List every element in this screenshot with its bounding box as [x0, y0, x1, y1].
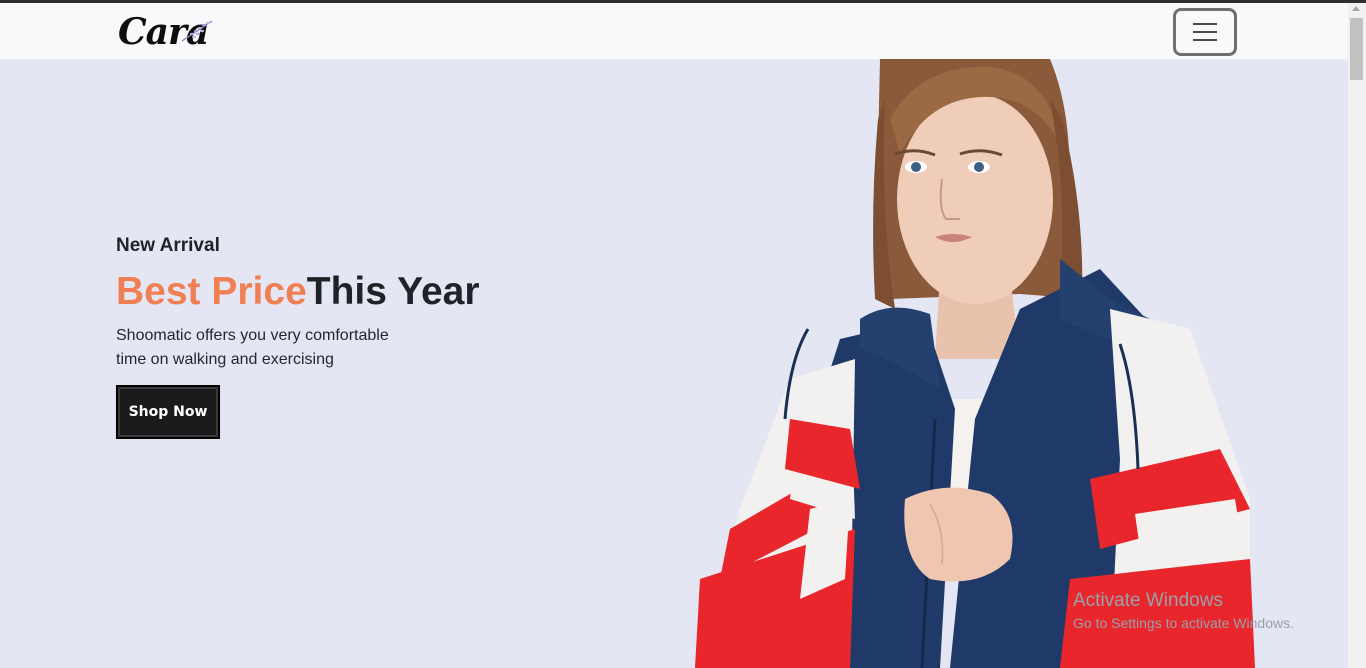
shop-now-button[interactable]: Shop Now	[116, 385, 220, 439]
navbar: Cara	[0, 3, 1348, 60]
scroll-up-arrow-icon[interactable]	[1352, 6, 1360, 11]
watermark-subtitle: Go to Settings to activate Windows.	[1073, 615, 1294, 631]
headline-rest: This Year	[306, 270, 480, 313]
hero-text: New Arrival Best PriceThis Year Shoomati…	[116, 234, 480, 372]
vertical-scrollbar[interactable]	[1348, 3, 1366, 668]
hero-headline: Best PriceThis Year	[116, 268, 480, 316]
hero-description: Shoomatic offers you very comfortable ti…	[116, 324, 416, 372]
hero-model-image	[695, 59, 1255, 668]
menu-toggle-button[interactable]	[1173, 8, 1237, 56]
headline-accent: Best Price	[116, 270, 307, 313]
lavender-sprig-icon	[181, 20, 213, 42]
windows-activation-watermark: Activate Windows Go to Settings to activ…	[1073, 590, 1294, 633]
watermark-title: Activate Windows	[1073, 590, 1223, 611]
description-line-1: Shoomatic offers you very comfortable	[116, 327, 389, 344]
description-line-2: time on walking and exercising	[116, 351, 334, 368]
hero-eyebrow: New Arrival	[116, 235, 220, 256]
scrollbar-thumb[interactable]	[1350, 18, 1363, 80]
